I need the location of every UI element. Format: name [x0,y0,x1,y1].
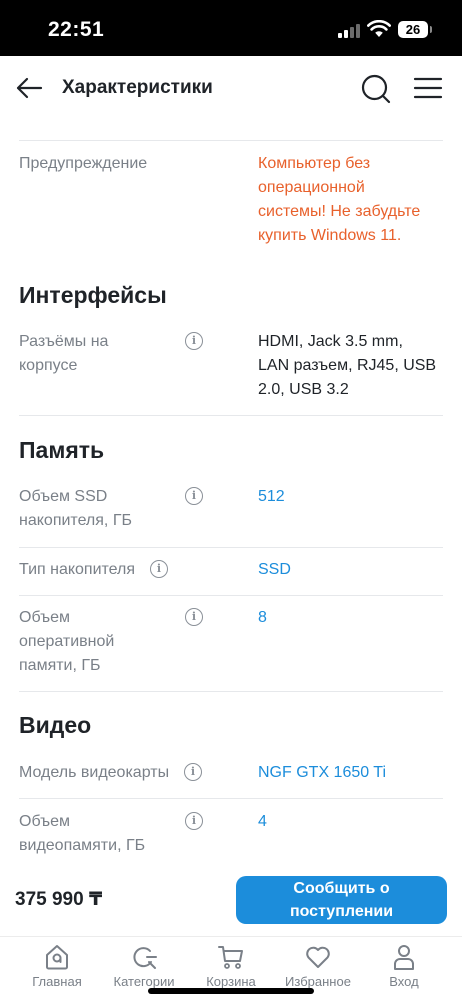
status-bar: 22:51 26 [0,0,462,56]
heart-icon [306,946,330,968]
info-icon[interactable]: i [185,608,203,626]
section-title-memory: Память [19,437,105,463]
status-time: 22:51 [48,18,105,41]
spec-label-gpu-model: Модель видеокарты [19,764,170,781]
battery-level: 26 [405,22,421,37]
home-indicator [148,988,314,994]
tab-categories[interactable]: Категории [99,943,189,989]
spec-label-ram: Объем оперативной памяти, ГБ [19,609,115,674]
info-icon[interactable]: i [150,560,168,578]
user-icon [394,945,414,970]
spec-value-ports: HDMI, Jack 3.5 mm, LAN разъем, RJ45, USB… [258,333,437,398]
spec-value-vram[interactable]: 4 [258,810,448,834]
spec-value-ram[interactable]: 8 [258,606,448,630]
tab-label: Вход [389,974,419,989]
info-icon[interactable]: i [185,812,203,830]
spec-label-vram: Объем видеопамяти, ГБ [19,813,146,854]
divider [19,547,443,548]
divider [19,140,443,141]
notify-when-available-button[interactable]: Сообщить о поступлении [236,876,447,924]
wifi-icon [367,20,391,37]
home-icon [46,945,68,970]
tab-cart[interactable]: Корзина [186,943,276,989]
spec-label-ssd-size: Объем SSD накопителя, ГБ [19,488,132,529]
back-arrow-icon[interactable] [15,76,43,100]
divider [19,798,443,799]
tab-label: Главная [32,974,82,989]
tab-home[interactable]: Главная [12,943,102,989]
battery-indicator: 26 [398,21,432,38]
info-icon[interactable]: i [185,487,203,505]
section-title-video: Видео [19,712,92,738]
specifications-list[interactable]: Предупреждение Компьютер без операционно… [0,126,462,866]
tab-favorites[interactable]: Избранное [273,943,363,989]
info-icon[interactable]: i [184,763,202,781]
search-icon[interactable] [360,73,392,105]
spec-label-drive-type: Тип накопителя [19,561,136,578]
app-header: Характеристики [0,56,462,126]
tab-label: Корзина [206,974,256,989]
categories-search-icon [133,947,157,969]
spec-value-gpu-model[interactable]: NGF GTX 1650 Ti [258,761,448,785]
divider [19,691,443,692]
spec-value-drive-type[interactable]: SSD [258,558,448,582]
section-title-interfaces: Интерфейсы [19,282,167,308]
spec-label-warning: Предупреждение [19,155,148,172]
spec-value-ssd-size[interactable]: 512 [258,485,448,509]
spec-label-ports: Разъёмы на корпусе [19,333,109,374]
tab-label: Избранное [285,974,351,989]
hamburger-menu-icon[interactable] [413,76,443,100]
cellular-signal-icon [338,24,362,38]
divider [19,415,443,416]
spec-value-warning: Компьютер без операционной системы! Не з… [258,155,421,244]
buy-bar: 375 990 ₸ Сообщить о поступлении [0,866,462,936]
tab-label: Категории [113,974,175,989]
page-title: Характеристики [62,77,213,98]
price: 375 990 ₸ [15,889,103,910]
info-icon[interactable]: i [185,332,203,350]
divider [19,595,443,596]
tab-login[interactable]: Вход [359,943,449,989]
cart-icon [218,946,243,969]
